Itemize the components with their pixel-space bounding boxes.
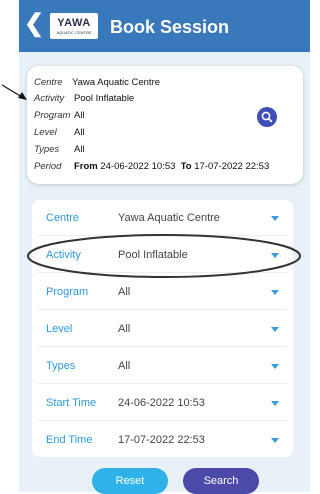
summary-period-label: Period: [34, 161, 62, 172]
summary-program-label: Program: [34, 110, 71, 121]
types-field-label: Types: [46, 360, 76, 372]
summary-centre-label: Centre: [34, 77, 63, 88]
summary-period-row: Period From 24-06-2022 10:53 To 17-07-202…: [34, 161, 269, 172]
yawa-logo: YAWA AQUATIC CENTRE: [50, 13, 98, 39]
chevron-down-icon[interactable]: [271, 401, 279, 406]
start-time-value: 24-06-2022 10:53: [118, 397, 205, 409]
chevron-down-icon[interactable]: [271, 290, 279, 295]
divider: [38, 272, 287, 273]
summary-types-row: Types All: [34, 144, 85, 155]
summary-level-value: All: [74, 127, 85, 138]
summary-level-label: Level: [34, 127, 57, 138]
divider: [38, 383, 287, 384]
divider: [38, 235, 287, 236]
activity-field-value: Pool Inflatable: [118, 249, 188, 261]
logo-subtext: AQUATIC CENTRE: [56, 30, 92, 35]
summary-to-label: To: [180, 161, 192, 172]
search-icon[interactable]: [257, 107, 277, 127]
summary-activity-label: Activity: [34, 93, 65, 104]
summary-from-value: 24-06-2022 10:53: [100, 161, 176, 172]
start-time-label: Start Time: [46, 397, 97, 409]
divider: [38, 346, 287, 347]
divider: [38, 420, 287, 421]
back-arrow-icon[interactable]: ❮: [24, 12, 46, 36]
summary-centre-value: Yawa Aquatic Centre: [72, 77, 161, 88]
program-dropdown[interactable]: Program All: [32, 274, 293, 310]
divider: [38, 309, 287, 310]
end-time-picker[interactable]: End Time 17-07-2022 22:53: [32, 422, 293, 458]
chevron-down-icon[interactable]: [271, 253, 279, 258]
summary-to-value: 17-07-2022 22:53: [194, 161, 270, 172]
level-field-label: Level: [46, 323, 73, 335]
types-field-value: All: [118, 360, 131, 372]
end-time-label: End Time: [46, 434, 93, 446]
summary-types-value: All: [74, 144, 85, 155]
chevron-down-icon[interactable]: [271, 438, 279, 443]
summary-types-label: Types: [34, 144, 60, 155]
summary-program-row: Program All: [34, 110, 85, 121]
activity-dropdown[interactable]: Activity Pool Inflatable: [32, 237, 293, 273]
booking-form: Centre Yawa Aquatic Centre Activity Pool…: [32, 200, 293, 457]
centre-dropdown[interactable]: Centre Yawa Aquatic Centre: [32, 200, 293, 236]
level-field-value: All: [118, 323, 131, 335]
program-field-value: All: [118, 286, 131, 298]
search-button[interactable]: Search: [183, 468, 259, 494]
start-time-picker[interactable]: Start Time 24-06-2022 10:53: [32, 385, 293, 421]
summary-activity-row: Activity Pool Inflatable: [34, 93, 134, 104]
activity-field-label: Activity: [46, 249, 81, 261]
chevron-down-icon[interactable]: [271, 327, 279, 332]
reset-button[interactable]: Reset: [92, 468, 168, 494]
centre-field-label: Centre: [46, 212, 80, 224]
summary-centre-row: Centre Yawa Aquatic Centre: [34, 77, 160, 88]
types-dropdown[interactable]: Types All: [32, 348, 293, 384]
level-dropdown[interactable]: Level All: [32, 311, 293, 347]
summary-program-value: All: [74, 110, 85, 121]
summary-activity-value: Pool Inflatable: [74, 93, 135, 104]
end-time-value: 17-07-2022 22:53: [118, 434, 205, 446]
program-field-label: Program: [46, 286, 89, 298]
chevron-down-icon[interactable]: [271, 216, 279, 221]
logo-text: YAWA: [57, 17, 91, 29]
summary-card: Centre Yawa Aquatic Centre Activity Pool I…: [27, 66, 303, 184]
chevron-down-icon[interactable]: [271, 364, 279, 369]
centre-field-value: Yawa Aquatic Centre: [118, 212, 220, 224]
page-title: Book Session: [110, 17, 230, 37]
summary-from-label: From: [74, 161, 98, 172]
summary-level-row: Level All: [34, 127, 85, 138]
